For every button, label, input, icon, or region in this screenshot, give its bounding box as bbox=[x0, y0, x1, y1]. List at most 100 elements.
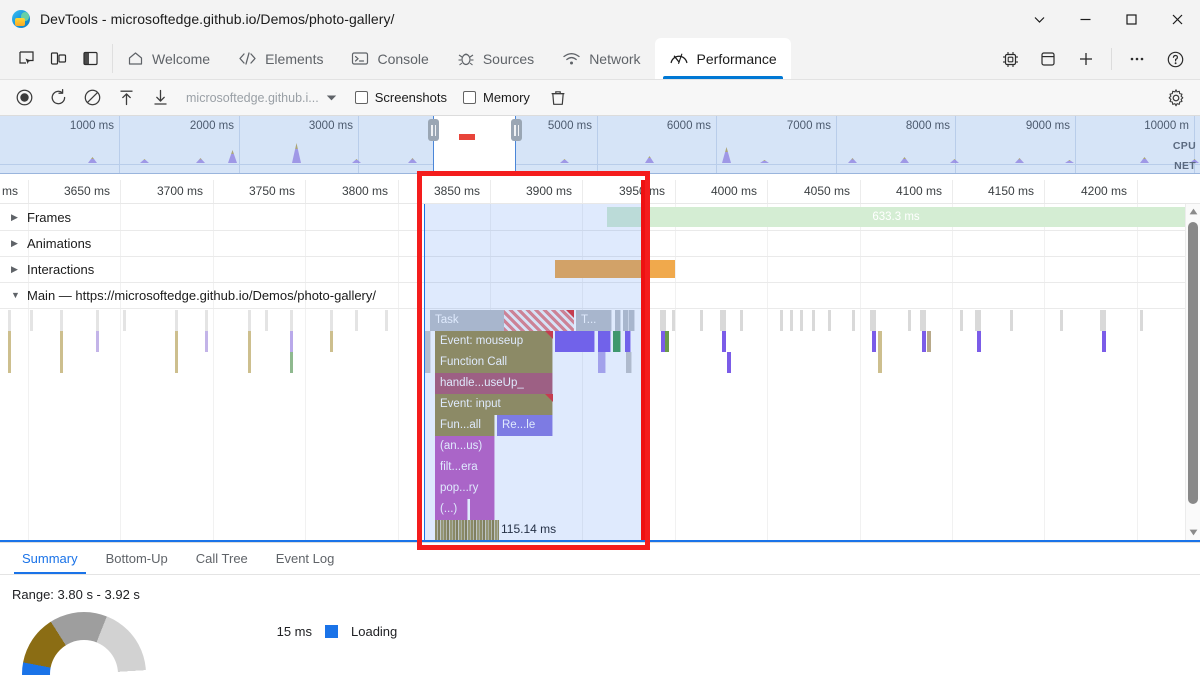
flame-event[interactable]: (an...us) bbox=[435, 436, 495, 457]
tab-performance[interactable]: Performance bbox=[655, 38, 791, 79]
flame-sliver[interactable] bbox=[60, 331, 63, 373]
plus-icon[interactable] bbox=[1067, 44, 1105, 74]
flame-event[interactable]: (...) bbox=[435, 499, 468, 520]
task-sliver[interactable] bbox=[8, 310, 11, 331]
scroll-up-arrow-icon[interactable] bbox=[1186, 204, 1200, 219]
collect-garbage-button[interactable] bbox=[542, 84, 574, 112]
flame-sliver[interactable] bbox=[205, 331, 208, 352]
task-sliver[interactable] bbox=[660, 310, 666, 331]
task-sliver[interactable] bbox=[720, 310, 726, 331]
database-icon[interactable] bbox=[1029, 44, 1067, 74]
track-main[interactable]: ▼Main — https://microsoftedge.github.io/… bbox=[0, 282, 376, 308]
inspect-element-button[interactable] bbox=[10, 44, 42, 74]
flame-sliver[interactable] bbox=[927, 331, 931, 352]
flame-sliver[interactable] bbox=[878, 331, 882, 352]
reload-and-record-button[interactable] bbox=[42, 84, 74, 112]
task-sliver[interactable] bbox=[1140, 310, 1143, 331]
overview-selection-window[interactable] bbox=[433, 116, 516, 173]
task-sliver[interactable] bbox=[790, 310, 793, 331]
flame-event[interactable] bbox=[425, 331, 431, 352]
interaction-bar[interactable] bbox=[555, 260, 675, 278]
question-circle-icon[interactable] bbox=[1156, 44, 1194, 74]
tab-welcome[interactable]: Welcome bbox=[113, 38, 224, 79]
task-sliver[interactable] bbox=[870, 310, 876, 331]
capture-settings-button[interactable] bbox=[1160, 84, 1192, 112]
flame-event[interactable] bbox=[629, 310, 635, 331]
dock-side-button[interactable] bbox=[74, 44, 106, 74]
flame-event[interactable]: Event: mouseup bbox=[435, 331, 553, 352]
flame-event[interactable] bbox=[613, 331, 621, 352]
memory-checkbox[interactable]: Memory bbox=[459, 88, 534, 107]
track-animations[interactable]: ▶Animations bbox=[0, 230, 91, 256]
tab-event-log[interactable]: Event Log bbox=[262, 543, 349, 574]
flame-sliver[interactable] bbox=[96, 331, 99, 352]
flame-sliver[interactable] bbox=[722, 331, 726, 352]
aggregated-frames-bar[interactable] bbox=[435, 520, 499, 540]
flame-event[interactable] bbox=[470, 499, 495, 520]
flame-event[interactable] bbox=[598, 352, 606, 373]
flame-event[interactable]: Function Call bbox=[435, 352, 553, 373]
task-sliver[interactable] bbox=[1060, 310, 1063, 331]
record-button[interactable] bbox=[8, 84, 40, 112]
flame-sliver[interactable] bbox=[922, 331, 926, 352]
flame-sliver[interactable] bbox=[248, 331, 251, 373]
tab-bottom-up[interactable]: Bottom-Up bbox=[92, 543, 182, 574]
task-sliver[interactable] bbox=[975, 310, 981, 331]
task-sliver[interactable] bbox=[908, 310, 911, 331]
flame-sliver[interactable] bbox=[1102, 331, 1106, 352]
task-sliver[interactable] bbox=[96, 310, 99, 331]
flame-chart-ruler[interactable]: 600 ms3650 ms3700 ms3750 ms3800 ms3850 m… bbox=[0, 180, 1200, 204]
task-sliver[interactable] bbox=[123, 310, 126, 331]
task-sliver[interactable] bbox=[1010, 310, 1013, 331]
twisty-collapsed-icon[interactable]: ▶ bbox=[11, 239, 20, 248]
tab-sources[interactable]: Sources bbox=[443, 38, 548, 79]
track-interactions[interactable]: ▶Interactions bbox=[0, 256, 94, 282]
flame-event[interactable] bbox=[615, 310, 621, 331]
task-sliver[interactable] bbox=[30, 310, 33, 331]
flame-event[interactable]: filt...era bbox=[435, 457, 495, 478]
cpu-chip-icon[interactable] bbox=[991, 44, 1029, 74]
flame-sliver[interactable] bbox=[330, 331, 333, 352]
flame-sliver[interactable] bbox=[175, 331, 178, 373]
maximize-button[interactable] bbox=[1108, 0, 1154, 38]
minimize-button[interactable] bbox=[1062, 0, 1108, 38]
overview-right-handle[interactable] bbox=[511, 119, 522, 141]
flame-sliver[interactable] bbox=[977, 331, 981, 352]
task-sliver[interactable] bbox=[852, 310, 855, 331]
flame-sliver[interactable] bbox=[290, 352, 293, 373]
tab-console[interactable]: Console bbox=[337, 38, 442, 79]
task-sliver[interactable] bbox=[175, 310, 178, 331]
chevron-down-icon[interactable] bbox=[321, 85, 343, 111]
screenshots-checkbox[interactable]: Screenshots bbox=[351, 88, 451, 107]
task-sliver[interactable] bbox=[385, 310, 388, 331]
task-sliver[interactable] bbox=[700, 310, 703, 331]
task-sliver[interactable] bbox=[812, 310, 815, 331]
task-sliver[interactable] bbox=[920, 310, 926, 331]
tab-call-tree[interactable]: Call Tree bbox=[182, 543, 262, 574]
frame-bar[interactable]: 633.3 ms bbox=[607, 207, 1185, 227]
overview-left-handle[interactable] bbox=[428, 119, 439, 141]
memory-checkbox-box[interactable] bbox=[463, 91, 476, 104]
flame-sliver[interactable] bbox=[878, 352, 882, 373]
device-emulation-button[interactable] bbox=[42, 44, 74, 74]
flame-event[interactable]: handle...useUp_ bbox=[435, 373, 553, 394]
flame-event[interactable]: Fun...all bbox=[435, 415, 495, 436]
flame-chart-scrollbar[interactable] bbox=[1185, 204, 1200, 540]
task-sliver[interactable] bbox=[800, 310, 803, 331]
task-sliver[interactable] bbox=[290, 310, 293, 331]
flame-sliver[interactable] bbox=[8, 331, 11, 373]
flame-event[interactable] bbox=[555, 331, 595, 352]
task-sliver[interactable] bbox=[248, 310, 251, 331]
ellipsis-icon[interactable] bbox=[1118, 44, 1156, 74]
flame-chart-panel[interactable]: 600 ms3650 ms3700 ms3750 ms3800 ms3850 m… bbox=[0, 180, 1200, 542]
screenshots-checkbox-box[interactable] bbox=[355, 91, 368, 104]
task-sliver[interactable] bbox=[60, 310, 63, 331]
flame-sliver[interactable] bbox=[872, 331, 876, 352]
flame-event[interactable] bbox=[598, 331, 611, 352]
task-sliver[interactable] bbox=[740, 310, 743, 331]
task-sliver[interactable] bbox=[828, 310, 831, 331]
flame-event[interactable] bbox=[626, 352, 632, 373]
task-sliver[interactable] bbox=[780, 310, 783, 331]
timeline-overview[interactable]: 1000 ms2000 ms3000 ms4000 ms5000 ms6000 … bbox=[0, 116, 1200, 174]
tab-network[interactable]: Network bbox=[548, 38, 654, 79]
